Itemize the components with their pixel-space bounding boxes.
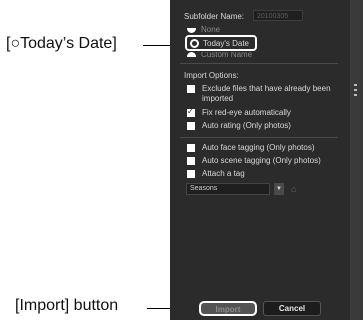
checkbox-auto-face-tagging[interactable] xyxy=(187,144,195,152)
checkbox-fix-red-eye[interactable] xyxy=(187,107,195,117)
option-fix-red-eye-label: Fix red-eye automatically xyxy=(202,108,291,117)
cancel-button[interactable]: Cancel xyxy=(263,301,321,316)
divider xyxy=(180,137,338,138)
radio-none-label: None xyxy=(201,25,221,34)
option-auto-face-tagging-label: Auto face tagging (Only photos) xyxy=(202,143,315,152)
triangle-down-icon[interactable]: ▼ xyxy=(274,183,284,195)
import-button[interactable]: Import xyxy=(199,301,257,316)
radio-custom-name-label: Custom Name xyxy=(201,52,253,57)
checkbox-attach-tag[interactable] xyxy=(187,170,195,178)
divider xyxy=(180,63,338,64)
option-exclude-imported-label-line2: imported xyxy=(202,94,234,103)
checkbox-auto-rating[interactable] xyxy=(187,122,195,130)
resize-grip-icon[interactable] xyxy=(354,84,357,98)
option-attach-tag-label: Attach a tag xyxy=(202,169,245,178)
import-options-label: Import Options: xyxy=(184,71,239,80)
callout-todays-date: [○Today’s Date] xyxy=(6,35,117,52)
option-auto-rating-label: Auto rating (Only photos) xyxy=(202,121,291,130)
tag-icon[interactable]: ⌂ xyxy=(291,183,300,195)
radio-custom-name[interactable] xyxy=(187,52,196,57)
import-settings-panel: Subfolder Name: 20100305 None Today's Da… xyxy=(170,0,350,320)
option-auto-scene-tagging-label: Auto scene tagging (Only photos) xyxy=(202,156,321,165)
side-strip xyxy=(350,0,363,320)
option-exclude-imported-label: Exclude files that have already been xyxy=(202,84,331,93)
subfolder-label: Subfolder Name: xyxy=(184,12,245,21)
callout-import-button: [Import] button xyxy=(15,297,119,314)
subfolder-name-field[interactable]: 20100305 xyxy=(253,10,303,21)
checkbox-exclude-imported[interactable] xyxy=(187,85,195,93)
radio-none[interactable] xyxy=(187,28,196,33)
checkbox-auto-scene-tagging[interactable] xyxy=(187,157,195,165)
todays-date-highlight xyxy=(185,35,257,51)
tag-dropdown[interactable]: Seasons xyxy=(186,183,270,195)
